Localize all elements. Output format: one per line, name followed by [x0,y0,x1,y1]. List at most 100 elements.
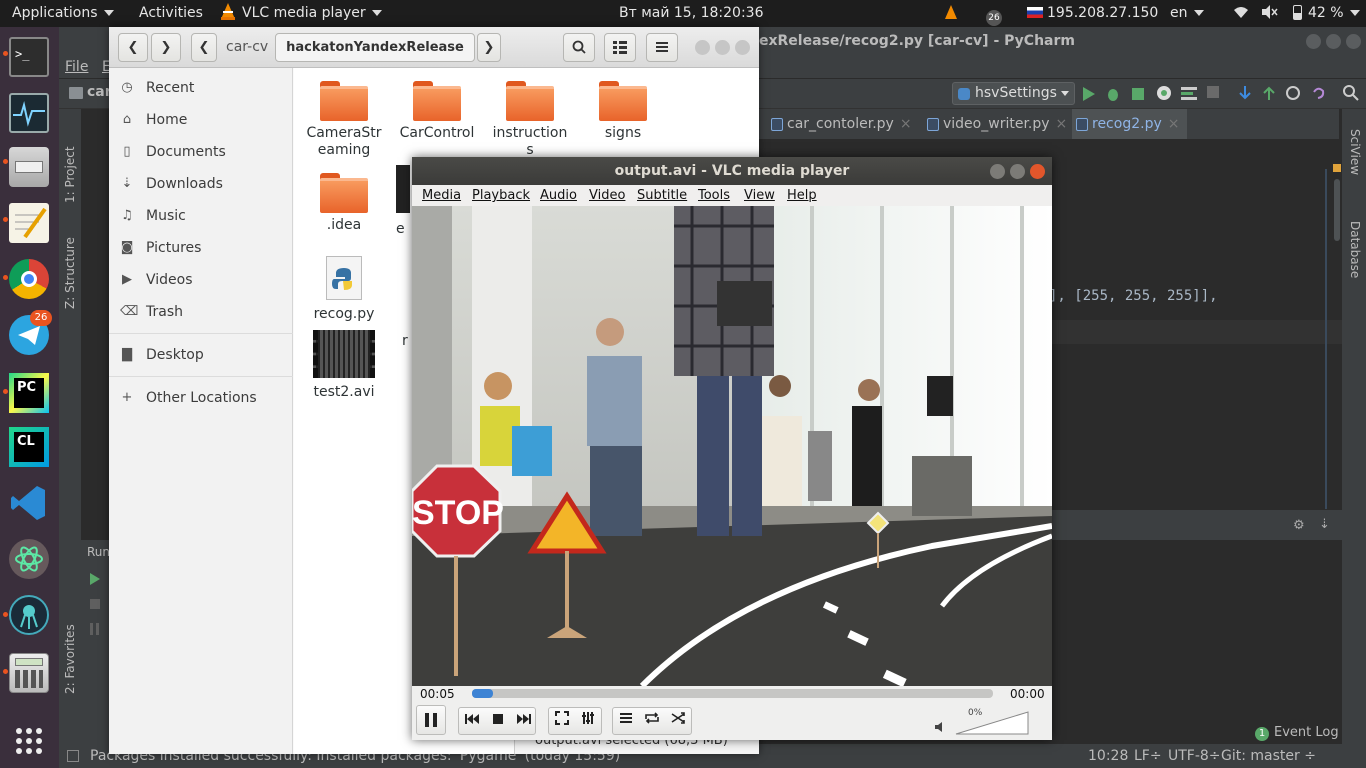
file-item[interactable]: instruction s [483,81,577,159]
tab-recog2[interactable]: recog2.py × [1072,109,1188,139]
vscode-icon[interactable] [9,483,49,523]
clion-icon[interactable]: CL [9,427,49,467]
close-button[interactable] [1030,164,1045,179]
file-manager-icon[interactable] [9,147,49,187]
debug-icon[interactable] [1105,85,1121,102]
pause-icon[interactable] [89,622,101,636]
sciview-tool-tab[interactable]: SciView [1348,129,1362,175]
maximize-button[interactable] [1010,164,1025,179]
sidebar-item-videos[interactable]: ▶ Videos [109,265,293,295]
stop-button[interactable] [485,708,511,734]
vlc-titlebar[interactable]: output.avi - VLC media player [412,157,1052,185]
favorites-tool-tab[interactable]: 2: Favorites [63,624,77,694]
back-button[interactable]: ❮ [118,33,148,62]
menu-subtitle[interactable]: Subtitle [637,185,687,206]
playlist-button[interactable] [613,708,639,734]
volume-mute-icon[interactable] [1261,0,1279,27]
hide-panel-icon[interactable]: ⇣ [1319,517,1330,532]
close-tab-icon[interactable]: × [1056,116,1068,132]
menu-media[interactable]: Media [422,185,461,206]
video-frame[interactable]: STOP [412,206,1052,686]
toggle-tool-windows-icon[interactable] [67,750,79,762]
file-item[interactable]: r [390,333,410,350]
rerun-icon[interactable] [89,572,101,586]
seek-bar[interactable] [472,689,993,698]
terminal-icon[interactable]: >_ [9,37,49,77]
time-total[interactable]: 00:00 [1010,687,1045,701]
file-item[interactable]: recog.py [297,256,391,323]
project-breadcrumb[interactable]: car [87,84,112,100]
maximize-button[interactable] [1326,34,1341,49]
project-tool-tab[interactable]: 1: Project [63,146,77,203]
sidebar-item-recent[interactable]: ◷ Recent [109,73,293,103]
volume-icon[interactable] [934,721,946,733]
menu-audio[interactable]: Audio [540,185,577,206]
activities-button[interactable]: Activities [139,0,203,27]
wifi-icon[interactable] [1233,0,1249,27]
clock[interactable]: Вт май 15, 18:20:36 [619,0,764,27]
applications-menu[interactable]: Applications [12,0,114,27]
battery-indicator[interactable]: 42 % [1293,0,1360,27]
forward-button[interactable]: ❯ [151,33,181,62]
close-button[interactable] [1346,34,1361,49]
search-button[interactable] [563,33,595,62]
stop-icon[interactable] [1206,85,1220,99]
telegram-icon[interactable]: 26 [9,310,52,355]
menu-tools[interactable]: Tools [698,185,730,206]
shuffle-button[interactable] [665,708,691,734]
search-icon[interactable] [1342,84,1360,102]
inspection-indicator[interactable] [1333,164,1341,172]
sidebar-item-music[interactable]: ♫ Music [109,201,293,231]
file-item[interactable]: signs [576,81,670,142]
loop-button[interactable] [639,708,665,734]
build-icon[interactable] [1180,85,1198,101]
telegram-tray-icon[interactable]: 26 [986,0,1002,27]
atom-icon[interactable] [9,539,49,579]
sidebar-item-trash[interactable]: ⌫ Trash [109,297,293,327]
system-monitor-icon[interactable] [9,93,49,133]
fullscreen-button[interactable] [549,708,575,734]
vcs-history-icon[interactable] [1285,84,1301,102]
path-segment[interactable]: car-cv [226,33,268,62]
menu-button[interactable] [646,33,678,62]
extended-settings-button[interactable] [575,708,601,734]
maximize-button[interactable] [715,40,730,55]
menu-playback[interactable]: Playback [472,185,530,206]
minimize-button[interactable] [1306,34,1321,49]
chrome-icon[interactable] [9,259,49,299]
file-item[interactable]: CameraStr eaming [297,81,391,159]
minimize-button[interactable] [695,40,710,55]
sidebar-item-desktop[interactable]: ▇ Desktop [109,340,293,370]
sidebar-item-other-locations[interactable]: + Other Locations [109,383,293,413]
gitkraken-icon[interactable] [9,595,49,635]
path-segment-current[interactable]: hackatonYandexRelease [275,33,475,62]
file-item[interactable]: .idea [297,173,391,234]
file-encoding[interactable]: UTF-8÷ [1168,744,1221,768]
sidebar-item-home[interactable]: ⌂ Home [109,105,293,135]
menu-view[interactable]: View [744,185,775,206]
line-separator[interactable]: LF÷ [1134,744,1162,768]
sidebar-item-downloads[interactable]: ⇣ Downloads [109,169,293,199]
file-item[interactable]: e [390,165,410,238]
event-log-button[interactable]: 1 Event Log [1255,723,1339,743]
revert-icon[interactable] [1310,84,1326,102]
close-tab-icon[interactable]: × [1168,116,1180,132]
coverage-icon[interactable] [1130,85,1146,102]
vpn-indicator[interactable]: 195.208.27.150 [1027,0,1158,27]
vlc-tray-icon[interactable] [944,0,958,27]
git-branch[interactable]: Git: master ÷ [1221,744,1316,768]
database-tool-tab[interactable]: Database [1348,221,1362,278]
pycharm-icon[interactable]: PC [9,373,49,413]
sidebar-item-documents[interactable]: ▯ Documents [109,137,293,167]
view-toggle-button[interactable] [604,33,636,62]
caret-position[interactable]: 10:28 [1088,744,1128,768]
stop-icon[interactable] [89,598,101,610]
menu-file[interactable]: File [65,55,88,79]
minimize-button[interactable] [990,164,1005,179]
next-button[interactable] [511,708,537,734]
profile-icon[interactable] [1155,84,1173,102]
structure-tool-tab[interactable]: Z: Structure [63,237,77,309]
app-menu[interactable]: VLC media player [220,0,382,27]
scrollbar[interactable] [1334,179,1340,241]
tab-video-writer[interactable]: video_writer.py × [923,109,1067,139]
